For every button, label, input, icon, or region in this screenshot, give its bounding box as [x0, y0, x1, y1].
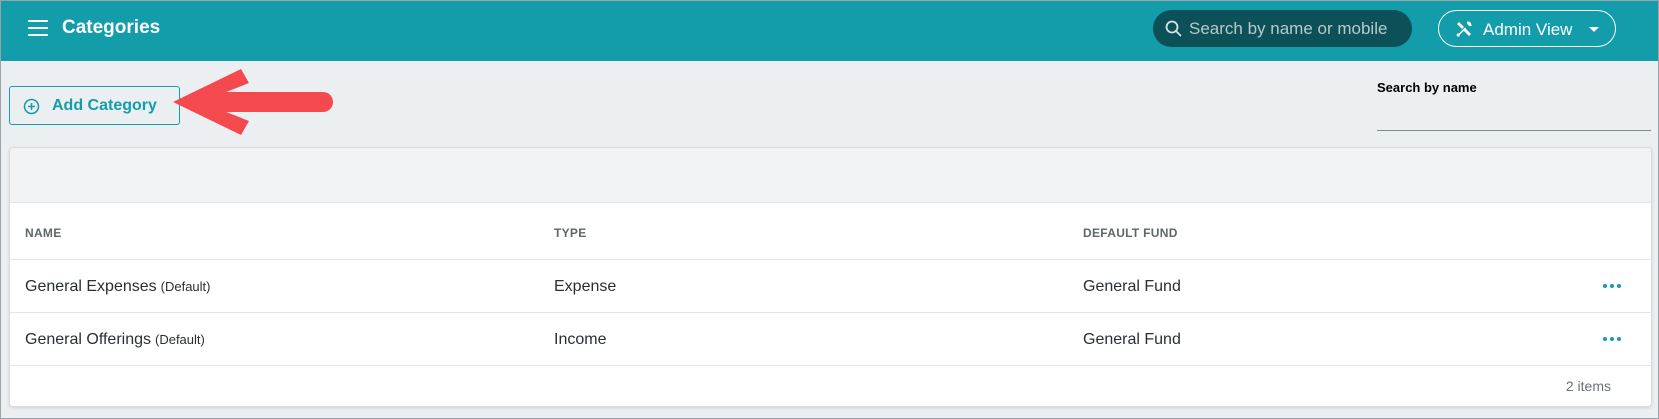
column-header-type[interactable]: TYPE	[554, 226, 587, 240]
default-tag: (Default)	[155, 332, 205, 347]
cell-type: Expense	[554, 278, 617, 295]
category-name: General Offerings	[25, 331, 151, 348]
category-name: General Expenses	[25, 278, 157, 295]
more-dots-icon[interactable]	[1601, 278, 1625, 294]
add-category-label: Add Category	[52, 97, 157, 114]
column-header-default-fund[interactable]: DEFAULT FUND	[1083, 226, 1178, 240]
arrow-annotation	[173, 69, 333, 135]
cell-name: General Expenses (Default)	[25, 278, 211, 296]
cell-default-fund: General Fund	[1083, 278, 1181, 295]
app-frame: Categories Admin View Add	[0, 0, 1659, 419]
add-category-button[interactable]: Add Category	[9, 86, 180, 125]
name-filter-label: Search by name	[1377, 80, 1477, 95]
admin-view-button[interactable]: Admin View	[1438, 10, 1616, 47]
tools-icon	[1456, 21, 1472, 37]
cell-type: Income	[554, 331, 607, 348]
top-bar: Categories Admin View	[1, 1, 1658, 61]
item-count: 2 items	[1565, 378, 1611, 394]
page-title: Categories	[62, 17, 161, 38]
plus-circle-icon	[23, 98, 40, 115]
global-search[interactable]	[1153, 10, 1412, 47]
more-dots-icon[interactable]	[1601, 331, 1625, 347]
search-icon	[1165, 20, 1182, 37]
cell-name: General Offerings (Default)	[25, 331, 205, 349]
table-toolbar	[10, 148, 1651, 203]
caret-down-icon	[1589, 27, 1599, 32]
table-row[interactable]: General Expenses (Default) Expense Genera…	[10, 260, 1651, 313]
menu-icon[interactable]	[28, 20, 48, 36]
default-tag: (Default)	[160, 279, 211, 294]
name-filter-input[interactable]	[1377, 101, 1651, 131]
table-footer: 2 items	[10, 366, 1651, 406]
global-search-input[interactable]	[1189, 10, 1407, 47]
table-row[interactable]: General Offerings (Default) Income Genera…	[10, 313, 1651, 366]
column-header-name[interactable]: NAME	[25, 226, 62, 240]
categories-table: NAME TYPE DEFAULT FUND General Expenses(…	[9, 147, 1652, 407]
cell-default-fund: General Fund	[1083, 331, 1181, 348]
admin-view-label: Admin View	[1483, 20, 1573, 39]
table-header: NAME TYPE DEFAULT FUND	[10, 203, 1651, 260]
